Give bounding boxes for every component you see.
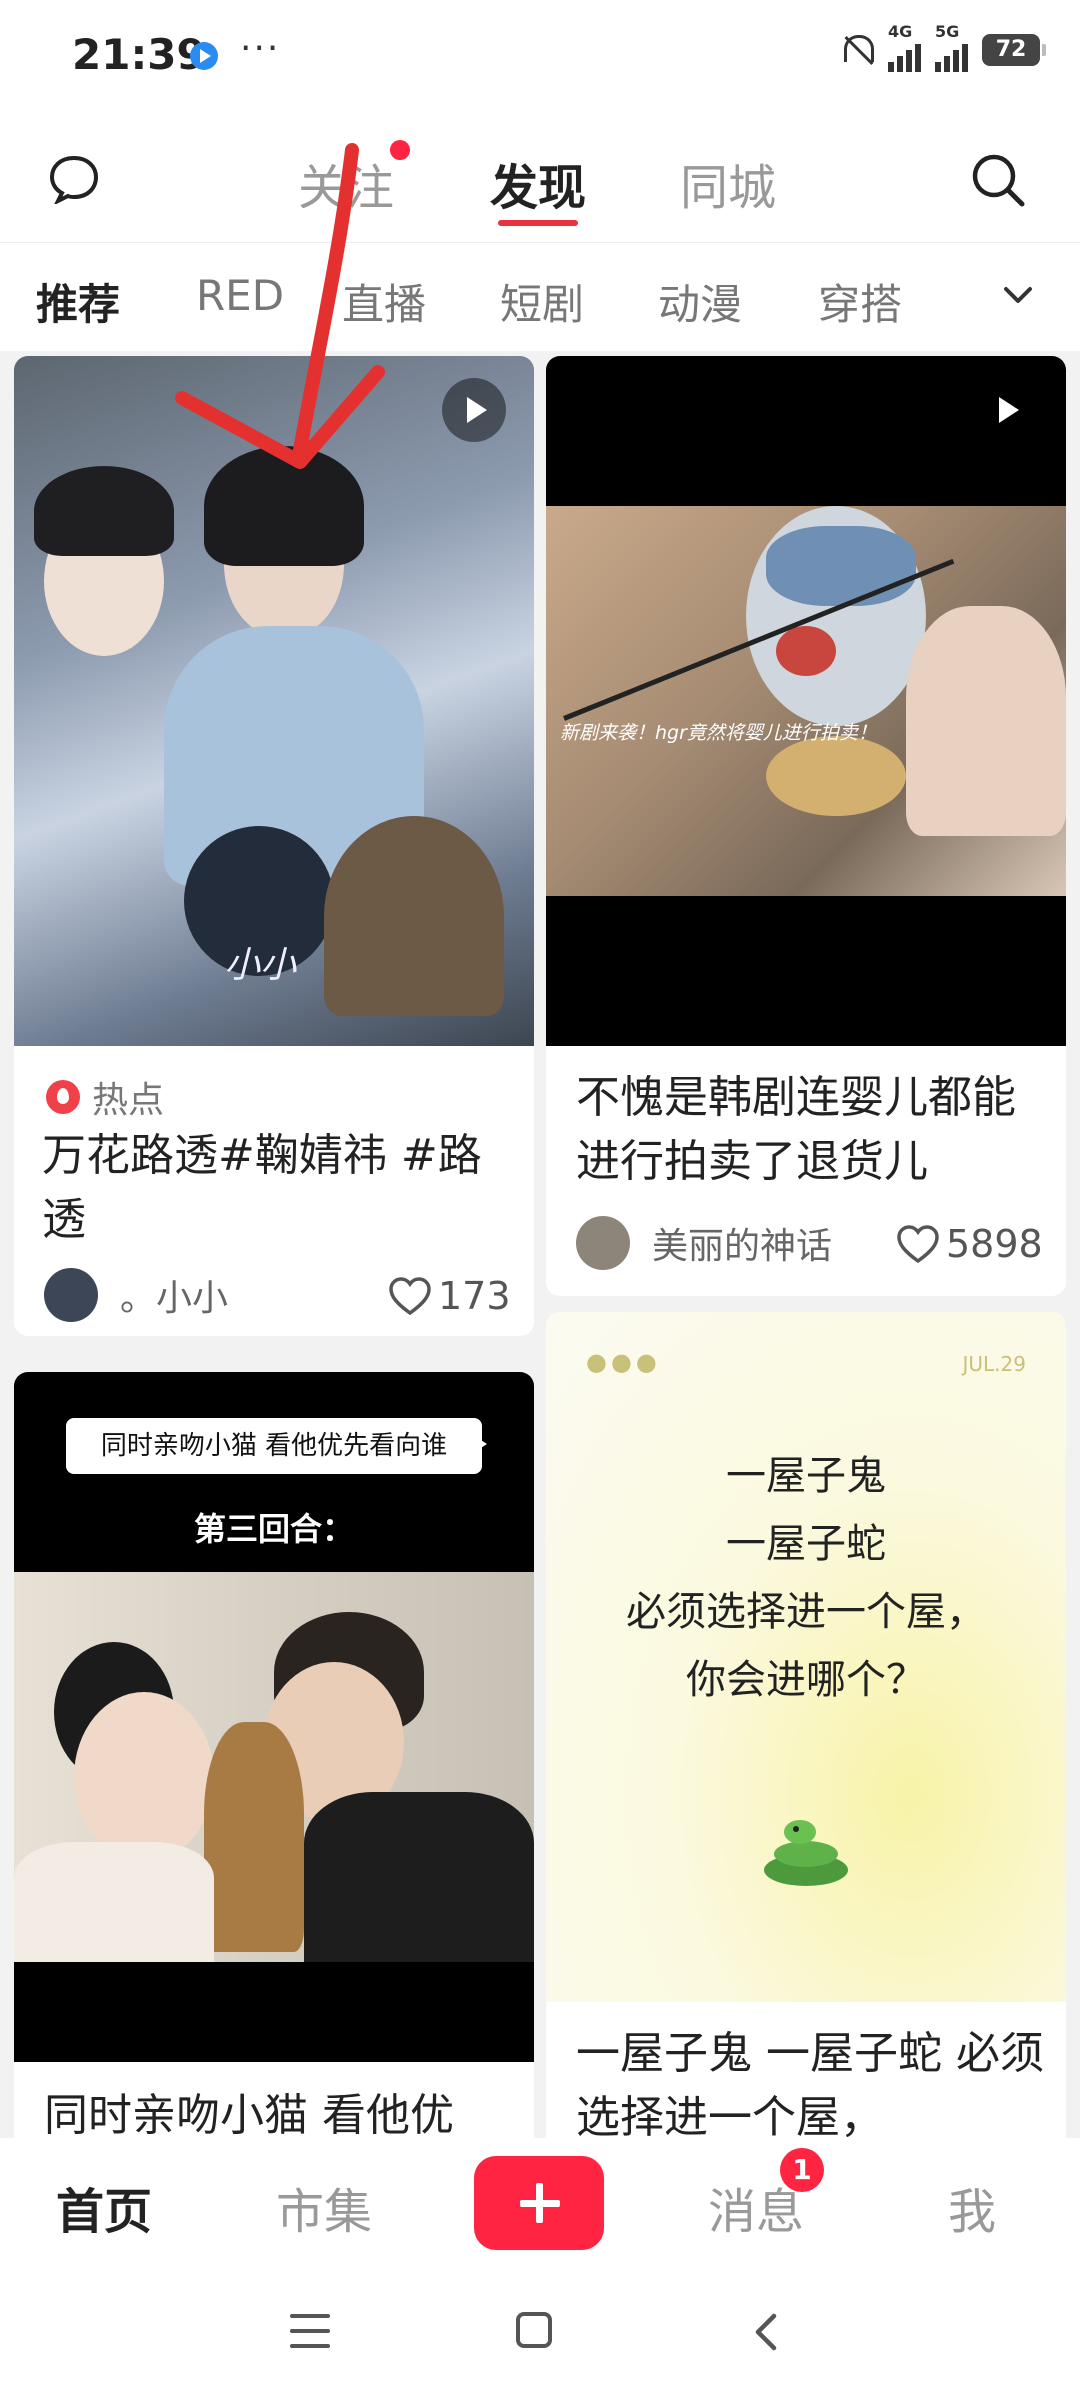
cover-date: JUL.29 <box>962 1352 1027 1376</box>
category-anime[interactable]: 动漫 <box>658 271 742 332</box>
cover-caption: 小小 <box>224 945 297 986</box>
status-time: 21:39 <box>72 30 206 79</box>
more-notifications-icon: ··· <box>240 28 281 69</box>
back-icon[interactable] <box>748 2310 784 2354</box>
messages-badge: 1 <box>780 2148 824 2192</box>
like-button[interactable]: 5898 <box>896 1222 1043 1266</box>
avatar[interactable] <box>576 1216 630 1270</box>
signal-4g-icon: 4G <box>888 22 921 72</box>
home-icon[interactable] <box>516 2312 552 2348</box>
feed-card[interactable]: ●●● JUL.29 一屋子鬼 一屋子蛇 必须选择进一个屋， 你会进哪个？ 一屋… <box>546 1312 1066 2162</box>
video-play-icon <box>974 378 1038 442</box>
cover-caption: 同时亲吻小猫 看他优先看向谁 <box>66 1418 482 1474</box>
dots-icon: ●●● <box>586 1348 661 1376</box>
chevron-down-icon[interactable] <box>1000 277 1036 313</box>
video-play-icon <box>442 1412 487 1457</box>
category-red[interactable]: RED <box>196 271 284 320</box>
card-cover-image: 新剧来袭！hgr竟然将婴儿进行拍卖！ <box>546 356 1066 1046</box>
feed-card[interactable]: 小小 热点 万花路透#鞠婧祎 #路透 。小小 173 <box>14 356 534 1336</box>
search-icon[interactable] <box>968 150 1028 210</box>
card-cover-image: 小小 <box>14 356 534 1046</box>
signal-5g-icon: 5G <box>935 22 968 72</box>
recent-apps-icon[interactable] <box>290 2314 330 2348</box>
cover-line: 必须选择进一个屋， <box>626 1589 986 1635</box>
tab-local[interactable]: 同城 <box>680 148 776 218</box>
create-post-button[interactable] <box>474 2156 604 2250</box>
messages-bubble-icon[interactable] <box>48 154 100 204</box>
category-outfit[interactable]: 穿搭 <box>818 271 902 332</box>
like-count: 5898 <box>946 1222 1043 1266</box>
like-count: 173 <box>438 1274 511 1318</box>
tab-following[interactable]: 关注 <box>298 148 394 218</box>
media-play-icon <box>190 42 218 70</box>
cover-caption: 新剧来袭！hgr竟然将婴儿进行拍卖！ <box>560 722 877 744</box>
cover-line: 你会进哪个？ <box>686 1657 926 1703</box>
hot-fire-icon <box>46 1080 80 1114</box>
author-name[interactable]: 。小小 <box>120 1269 228 1321</box>
feed-card[interactable]: 同时亲吻小猫 看他优先看向谁 第三回合： 同时亲吻小猫 看他优 <box>14 1372 534 2162</box>
tab-discover[interactable]: 发现 <box>490 148 586 218</box>
battery-icon: 72 <box>982 34 1046 66</box>
tab-market[interactable]: 市集 <box>276 2172 372 2242</box>
following-red-dot <box>390 140 410 160</box>
category-short-drama[interactable]: 短剧 <box>500 271 584 332</box>
like-button[interactable]: 173 <box>388 1274 511 1318</box>
hot-tag: 热点 <box>92 1080 165 1121</box>
card-title: 一屋子鬼 一屋子蛇 必须选择进一个屋， <box>576 2028 1044 2143</box>
cover-caption-round: 第三回合： <box>193 1510 354 1548</box>
category-bar: 推荐 RED 直播 短剧 动漫 穿搭 <box>0 243 1080 351</box>
heart-icon <box>897 1225 939 1264</box>
author-name[interactable]: 美丽的神话 <box>652 1217 832 1269</box>
card-cover-image: 同时亲吻小猫 看他优先看向谁 第三回合： <box>14 1372 534 2062</box>
active-tab-underline <box>498 220 578 226</box>
card-cover-image: ●●● JUL.29 一屋子鬼 一屋子蛇 必须选择进一个屋， 你会进哪个？ <box>546 1312 1066 2002</box>
system-nav-bar <box>0 2266 1080 2400</box>
video-play-icon <box>442 378 506 442</box>
bottom-tab-bar: 首页 市集 消息 1 我 <box>0 2138 1080 2266</box>
status-bar: 21:39 ··· 4G 5G 72 <box>0 0 1080 118</box>
snake-icon <box>764 1820 848 1886</box>
category-live[interactable]: 直播 <box>342 271 426 332</box>
mute-bell-icon <box>840 31 874 69</box>
cover-line: 一屋子蛇 <box>726 1521 886 1567</box>
card-title: 不愧是韩剧连婴儿都能进行拍卖了退货儿 <box>576 1072 1016 1187</box>
feed-card[interactable]: 新剧来袭！hgr竟然将婴儿进行拍卖！ 不愧是韩剧连婴儿都能进行拍卖了退货儿 美丽… <box>546 356 1066 1296</box>
cover-line: 一屋子鬼 <box>726 1453 886 1499</box>
tab-me[interactable]: 我 <box>948 2172 996 2242</box>
heart-icon <box>389 1277 431 1316</box>
card-title: 万花路透#鞠婧祎 #路透 <box>42 1130 482 1245</box>
avatar[interactable] <box>44 1268 98 1322</box>
tab-home[interactable]: 首页 <box>56 2172 152 2242</box>
category-recommend[interactable]: 推荐 <box>36 271 120 332</box>
top-nav: 关注 发现 同城 <box>0 118 1080 243</box>
